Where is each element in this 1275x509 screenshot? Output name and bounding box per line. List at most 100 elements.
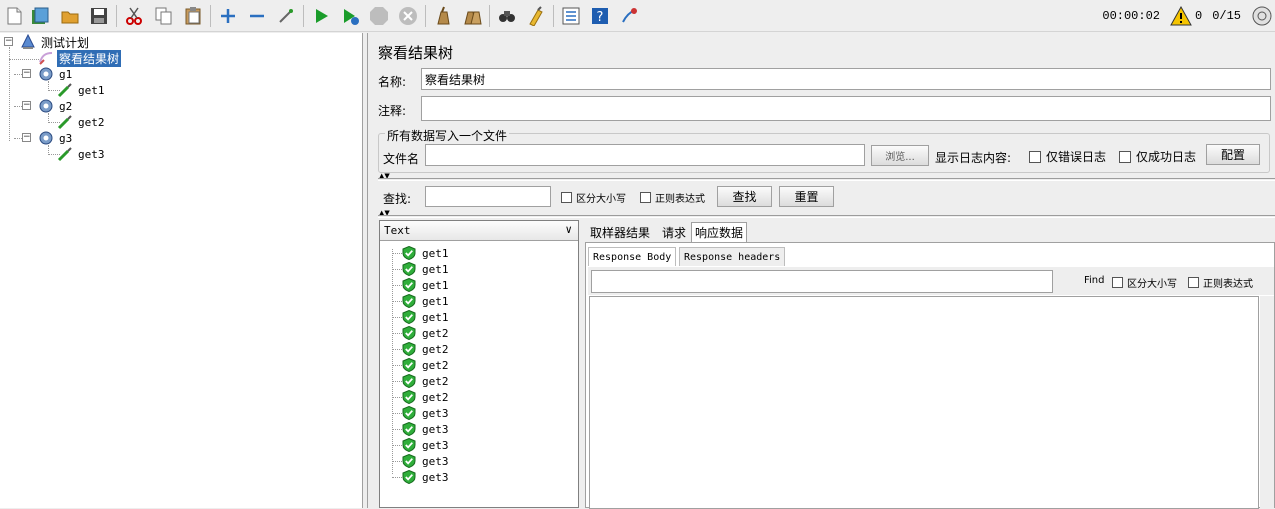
search-label: 查找:: [383, 192, 412, 206]
pipette-icon: [57, 114, 73, 130]
test-plan-icon: [20, 34, 36, 50]
vertical-scrollbar[interactable]: [1260, 296, 1274, 509]
result-detail-tabs: 取样器结果 请求 响应数据 Response Body Response hea…: [585, 220, 1275, 509]
result-item[interactable]: get1: [402, 261, 449, 277]
tree-node-thread-group-g1[interactable]: g1: [38, 66, 74, 82]
tab-request[interactable]: 请求: [659, 222, 689, 242]
name-field[interactable]: 察看结果树: [421, 68, 1271, 90]
cut-icon[interactable]: [122, 4, 146, 28]
checkbox-box: [1029, 150, 1041, 163]
tree-expander-g1[interactable]: −: [22, 69, 31, 78]
tree-node-thread-group-g3[interactable]: g3: [38, 130, 74, 146]
toggle-icon[interactable]: [274, 4, 298, 28]
comment-field[interactable]: [421, 96, 1271, 121]
result-item-label: get3: [422, 406, 449, 420]
result-item[interactable]: get2: [402, 325, 449, 341]
tree-node-sampler-get2[interactable]: get2: [57, 114, 107, 130]
success-check-icon: [402, 341, 416, 357]
elapsed-timer: 00:00:02: [1102, 9, 1160, 23]
svg-text:?: ?: [597, 10, 604, 25]
find-button[interactable]: 查找: [717, 186, 772, 207]
tree-node-thread-group-g2[interactable]: g2: [38, 98, 74, 114]
comment-label: 注释:: [378, 104, 407, 118]
tree-expander-g2[interactable]: −: [22, 101, 31, 110]
success-check-icon: [402, 453, 416, 469]
result-item-label: get1: [422, 278, 449, 292]
success-only-checkbox[interactable]: 仅成功日志: [1119, 148, 1196, 165]
copy-icon[interactable]: [152, 4, 176, 28]
filename-label: 文件名: [383, 152, 420, 166]
result-item[interactable]: get2: [402, 357, 449, 373]
configure-button[interactable]: 配置: [1206, 144, 1260, 165]
result-item[interactable]: get2: [402, 389, 449, 405]
reset-search-icon[interactable]: [524, 4, 548, 28]
errors-only-checkbox[interactable]: 仅错误日志: [1029, 148, 1106, 165]
clear-icon[interactable]: [431, 4, 455, 28]
stop-icon[interactable]: [367, 4, 391, 28]
result-item[interactable]: get2: [402, 341, 449, 357]
result-item[interactable]: get3: [402, 421, 449, 437]
response-case-checkbox[interactable]: 区分大小写: [1112, 275, 1177, 290]
tab-response-data[interactable]: 响应数据: [691, 222, 748, 242]
remote-icon[interactable]: [617, 4, 641, 28]
open-icon[interactable]: [58, 4, 82, 28]
expand-icon[interactable]: [216, 4, 240, 28]
warning-icon[interactable]: [1170, 6, 1192, 26]
function-helper-icon[interactable]: [559, 4, 583, 28]
result-item[interactable]: get1: [402, 293, 449, 309]
paste-icon[interactable]: [181, 4, 205, 28]
checkbox-box: [1119, 150, 1131, 163]
tree-node-test-plan[interactable]: 测试计划: [20, 34, 91, 50]
result-item[interactable]: get3: [402, 405, 449, 421]
log-display-label: 显示日志内容:: [935, 151, 1012, 165]
reset-button[interactable]: 重置: [779, 186, 834, 207]
success-check-icon: [402, 421, 416, 437]
filename-field[interactable]: [425, 144, 865, 166]
response-find-label: Find: [1084, 275, 1105, 286]
result-item[interactable]: get1: [402, 245, 449, 261]
result-item[interactable]: get3: [402, 453, 449, 469]
result-item-label: get3: [422, 422, 449, 436]
templates-icon[interactable]: [28, 4, 52, 28]
tree-node-sampler-get3[interactable]: get3: [57, 146, 107, 162]
shutdown-icon[interactable]: [396, 4, 420, 28]
response-body-text[interactable]: [589, 296, 1259, 509]
result-item[interactable]: get1: [402, 277, 449, 293]
checkbox-label: 正则表达式: [1203, 279, 1253, 290]
tree-expander-root[interactable]: −: [4, 37, 13, 46]
search-icon[interactable]: [495, 4, 519, 28]
new-icon[interactable]: [2, 4, 26, 28]
result-item-label: get2: [422, 342, 449, 356]
tree-expander-g3[interactable]: −: [22, 133, 31, 142]
tab-sampler-result[interactable]: 取样器结果: [587, 222, 653, 242]
response-find-input[interactable]: [591, 270, 1053, 293]
clear-all-icon[interactable]: [460, 4, 484, 28]
search-input[interactable]: [425, 186, 551, 207]
save-icon[interactable]: [87, 4, 111, 28]
result-item-label: get2: [422, 358, 449, 372]
result-item[interactable]: get3: [402, 469, 449, 485]
result-item[interactable]: get3: [402, 437, 449, 453]
subtab-response-body[interactable]: Response Body: [588, 247, 677, 266]
renderer-select[interactable]: Text ∨: [380, 221, 578, 241]
main-splitter[interactable]: [363, 33, 368, 508]
tree-node-view-results-tree[interactable]: 察看结果树: [38, 49, 122, 67]
response-regex-checkbox[interactable]: 正则表达式: [1188, 275, 1253, 290]
success-check-icon: [402, 357, 416, 373]
start-icon[interactable]: [309, 4, 333, 28]
help-icon[interactable]: ?: [588, 4, 612, 28]
results-list: Text ∨ get1 get1 get1 get1 get1 get2 get2 get2 g…: [379, 220, 579, 508]
subtab-response-headers[interactable]: Response headers: [679, 247, 786, 266]
lock-icon[interactable]: [1251, 5, 1273, 27]
browse-button[interactable]: 浏览...: [871, 145, 929, 166]
result-item[interactable]: get1: [402, 309, 449, 325]
collapse-icon[interactable]: [245, 4, 269, 28]
start-no-pause-icon[interactable]: [338, 4, 362, 28]
chevron-down-icon: ∨: [565, 223, 572, 236]
success-check-icon: [402, 277, 416, 293]
tree-node-sampler-get1[interactable]: get1: [57, 82, 107, 98]
search-case-checkbox[interactable]: 区分大小写: [561, 190, 626, 205]
result-item-label: get1: [422, 294, 449, 308]
search-regex-checkbox[interactable]: 正则表达式: [640, 190, 705, 205]
result-item[interactable]: get2: [402, 373, 449, 389]
